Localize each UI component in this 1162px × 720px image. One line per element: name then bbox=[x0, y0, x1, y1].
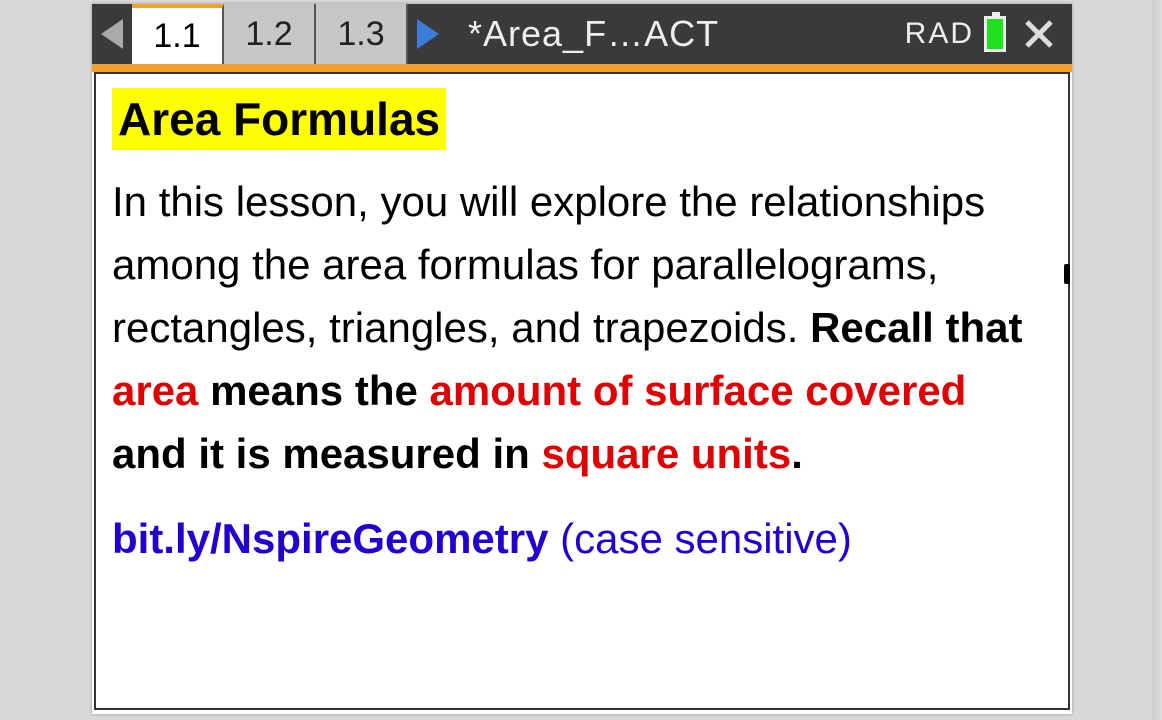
nav-prev-icon[interactable] bbox=[92, 4, 132, 64]
page-heading: Area Formulas bbox=[112, 88, 446, 150]
app-window: 1.1 1.2 1.3 *Area_F…ACT RAD Area Formula… bbox=[92, 4, 1072, 714]
tab-label: 1.2 bbox=[245, 15, 292, 54]
text-means: means the bbox=[198, 367, 429, 414]
notes-page[interactable]: Area Formulas In this lesson, you will e… bbox=[94, 72, 1070, 710]
titlebar: 1.1 1.2 1.3 *Area_F…ACT RAD bbox=[92, 4, 1072, 64]
close-icon[interactable] bbox=[1016, 19, 1062, 49]
link-note: (case sensitive) bbox=[548, 515, 851, 562]
accent-bar bbox=[92, 64, 1072, 72]
angle-mode-label: RAD bbox=[905, 17, 974, 51]
text-recall: Recall that bbox=[810, 304, 1022, 351]
link-line: bit.ly/NspireGeometry (case sensitive) bbox=[112, 515, 1052, 563]
tab-strip: 1.1 1.2 1.3 bbox=[132, 4, 408, 64]
text-measured-in: and it is measured in bbox=[112, 430, 541, 477]
text-period: . bbox=[791, 430, 803, 477]
text-surface-covered: amount of surface covered bbox=[430, 367, 967, 414]
tab-1-2[interactable]: 1.2 bbox=[224, 4, 316, 64]
link-url[interactable]: bit.ly/NspireGeometry bbox=[112, 515, 548, 562]
text-area-word: area bbox=[112, 367, 198, 414]
status-area: RAD bbox=[905, 4, 1072, 64]
tab-1-1[interactable]: 1.1 bbox=[132, 4, 224, 64]
body-paragraph: In this lesson, you will explore the rel… bbox=[112, 170, 1052, 485]
scrollbar-thumb[interactable] bbox=[1064, 264, 1070, 284]
text-square-units: square units bbox=[541, 430, 791, 477]
battery-icon bbox=[984, 16, 1006, 52]
tab-label: 1.1 bbox=[153, 17, 200, 56]
nav-next-icon[interactable] bbox=[408, 4, 448, 64]
tab-label: 1.3 bbox=[337, 15, 384, 54]
document-title: *Area_F…ACT bbox=[448, 4, 905, 64]
tab-1-3[interactable]: 1.3 bbox=[316, 4, 408, 64]
